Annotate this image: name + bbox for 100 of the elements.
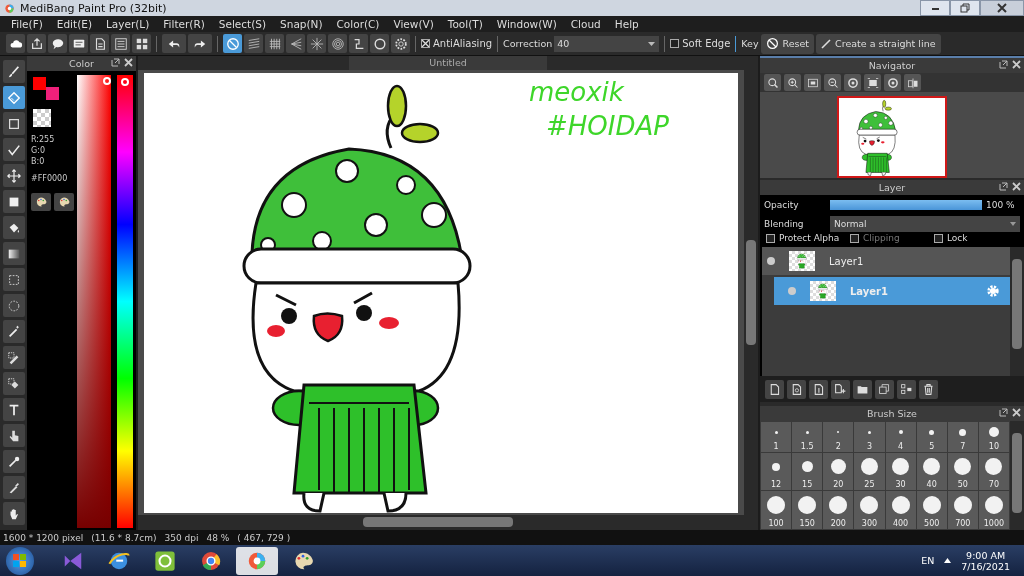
navigator-button[interactable] [864,74,881,91]
tool-button[interactable] [2,476,25,499]
tool-button[interactable] [2,502,25,525]
menu-item[interactable]: Tool(T) [440,18,490,30]
toolbar-button[interactable] [90,34,109,53]
taskbar-app-button[interactable] [236,546,278,575]
checkbox[interactable] [934,233,943,243]
snap-button[interactable] [265,34,284,53]
layer-action-button[interactable] [875,379,894,399]
float-window-icon[interactable] [999,60,1008,69]
menu-item[interactable]: Window(W) [489,18,564,30]
brush-size-cell[interactable]: 300 [854,491,885,529]
foreground-color-swatch[interactable] [33,77,46,90]
toolbar-button[interactable] [132,34,151,53]
minimize-button[interactable] [920,0,950,16]
snap-button[interactable] [391,34,410,53]
tool-button[interactable] [2,450,25,473]
menu-item[interactable]: View(V) [386,18,441,30]
menu-item[interactable]: Snap(N) [273,18,330,30]
checkbox[interactable] [766,233,775,243]
navigator-button[interactable] [824,74,841,91]
blending-dropdown[interactable]: Normal [830,215,1020,232]
tray-arrow-icon[interactable] [944,558,952,563]
navigator-button[interactable] [804,74,821,91]
menu-item[interactable]: Cloud [563,18,608,30]
layer-action-button[interactable] [831,379,850,399]
reset-button[interactable]: Reset [760,33,815,54]
brush-size-cell[interactable]: 150 [792,491,823,529]
brush-size-cell[interactable]: 12 [761,453,792,490]
brush-size-cell[interactable]: 5 [916,422,947,452]
brush-size-cell[interactable]: 1000 [978,491,1009,529]
brush-size-cell[interactable]: 100 [761,491,792,529]
toolbar-button[interactable] [48,34,67,53]
close-icon[interactable] [124,58,133,67]
toolbar-button[interactable] [6,34,25,53]
snap-button[interactable] [328,34,347,53]
palette-button[interactable] [31,193,51,211]
menu-item[interactable]: Edit(E) [49,18,99,30]
brush-size-cell[interactable]: 30 [885,453,916,490]
toolbar-button[interactable] [27,34,46,53]
snap-button[interactable] [349,34,368,53]
toolbar-button[interactable] [188,34,212,53]
menu-item[interactable]: Select(S) [211,18,274,30]
layer-action-button[interactable] [853,379,872,399]
straight-line-button[interactable]: Create a straight line [816,33,941,54]
tool-button[interactable] [2,320,25,343]
layer-row[interactable]: Layer1 [762,247,1010,275]
slider-thumb[interactable] [121,77,129,86]
brush-size-cell[interactable]: 400 [885,491,916,529]
restore-button[interactable] [950,0,980,16]
menu-item[interactable]: Filter(R) [156,18,212,30]
brush-size-cell[interactable]: 20 [823,453,854,490]
navigator-button[interactable] [844,74,861,91]
checkbox[interactable] [670,39,680,48]
snap-button[interactable] [307,34,326,53]
correction-dropdown[interactable]: 40 [554,35,660,52]
tool-button[interactable] [2,86,25,109]
color-settings-button[interactable] [54,193,74,211]
tool-button[interactable] [2,346,25,369]
tool-button[interactable] [2,268,25,291]
brush-size-cell[interactable]: 25 [854,453,885,490]
navigator-button[interactable] [904,74,921,91]
snap-button[interactable] [370,34,389,53]
brush-size-cell[interactable]: 70 [978,453,1009,490]
navigator-button[interactable] [784,74,801,91]
tool-button[interactable] [2,60,25,83]
brush-size-cell[interactable]: 1 [761,422,792,452]
brush-size-cell[interactable]: 500 [916,491,947,529]
checkbox[interactable] [421,39,430,48]
toolbar-button[interactable] [111,34,130,53]
brush-size-cell[interactable]: 10 [978,422,1009,452]
brush-size-cell[interactable]: 4 [885,422,916,452]
tool-button[interactable] [2,242,25,265]
slider-thumb[interactable] [102,77,111,85]
brush-size-cell[interactable]: 40 [916,453,947,490]
brush-size-cell[interactable]: 200 [823,491,854,529]
transparent-swatch[interactable] [33,109,51,127]
background-color-swatch[interactable] [46,87,59,100]
tool-button[interactable] [2,398,25,421]
float-window-icon[interactable] [999,408,1008,417]
brush-size-cell[interactable]: 15 [792,453,823,490]
tool-button[interactable] [2,138,25,161]
close-button[interactable] [980,0,1024,16]
brush-size-cell[interactable]: 1.5 [792,422,823,452]
snap-button[interactable] [223,34,242,53]
menu-item[interactable]: Layer(L) [99,18,157,30]
start-button[interactable] [6,546,34,575]
menu-item[interactable]: Color(C) [329,18,387,30]
float-window-icon[interactable] [999,182,1008,191]
brush-size-cell[interactable]: 2 [823,422,854,452]
document-tab[interactable]: Untitled [349,56,547,70]
close-icon[interactable] [1012,408,1021,417]
float-window-icon[interactable] [111,58,120,67]
layer-action-button[interactable] [919,379,938,399]
tool-button[interactable] [2,112,25,135]
opacity-slider[interactable] [830,199,982,210]
visibility-dot-icon[interactable] [767,257,775,265]
brush-size-cell[interactable]: 3 [854,422,885,452]
language-indicator[interactable]: EN [921,555,935,566]
toolbar-button[interactable] [69,34,88,53]
